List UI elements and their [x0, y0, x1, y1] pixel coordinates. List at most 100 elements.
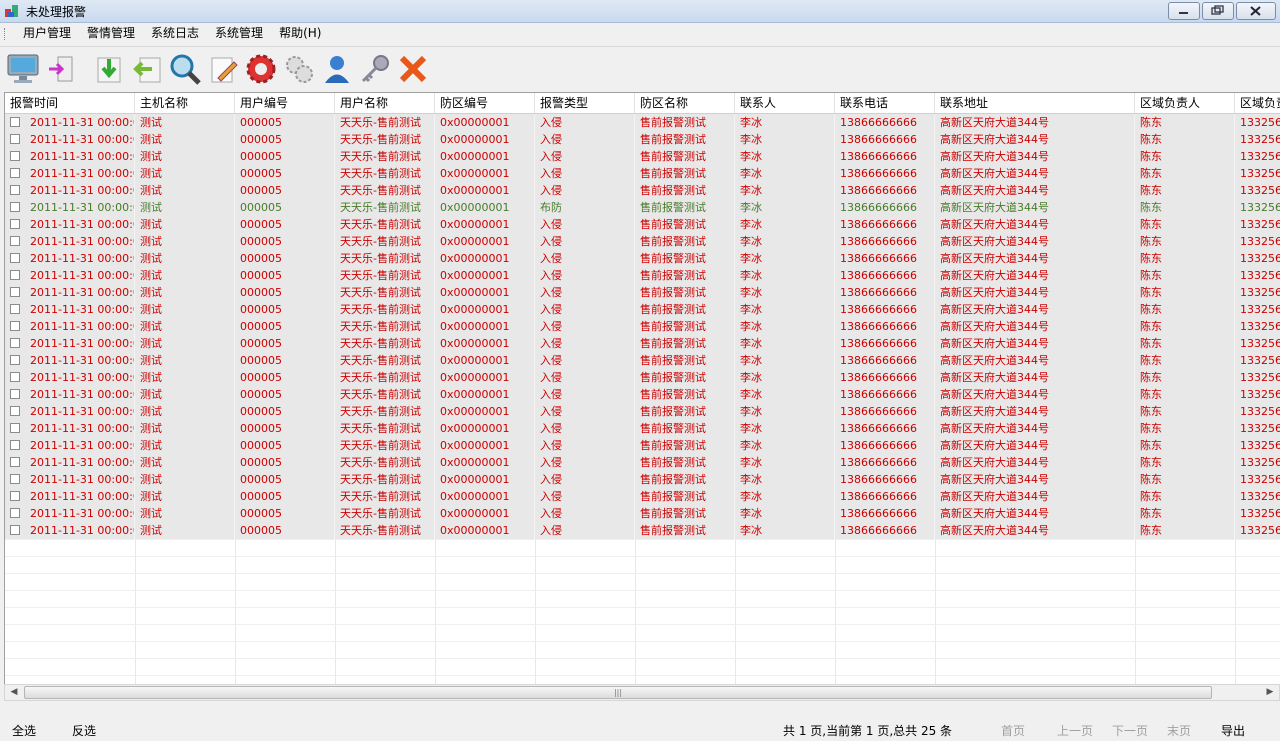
header-col-address[interactable]: 联系地址 — [935, 93, 1135, 113]
row-checkbox[interactable] — [10, 287, 20, 297]
row-checkbox[interactable] — [10, 440, 20, 450]
cell-user-no: 000005 — [235, 335, 335, 352]
row-checkbox[interactable] — [10, 202, 20, 212]
row-checkbox[interactable] — [10, 525, 20, 535]
row-checkbox[interactable] — [10, 355, 20, 365]
login-button[interactable] — [42, 50, 80, 88]
table-row[interactable]: 2011-11-31 00:00:00测试000005天天乐-售前测试0x000… — [5, 182, 1280, 199]
row-checkbox[interactable] — [10, 491, 20, 501]
header-col-alarm-type[interactable]: 报警类型 — [535, 93, 635, 113]
cell-alarm-time: 2011-11-31 00:00:00 — [25, 148, 135, 165]
table-row[interactable]: 2011-11-31 00:00:00测试000005天天乐-售前测试0x000… — [5, 335, 1280, 352]
table-row[interactable]: 2011-11-31 00:00:00测试000005天天乐-售前测试0x000… — [5, 165, 1280, 182]
table-row[interactable]: 2011-11-31 00:00:00测试000005天天乐-售前测试0x000… — [5, 114, 1280, 131]
row-checkbox[interactable] — [10, 457, 20, 467]
row-checkbox[interactable] — [10, 253, 20, 263]
cell-manager-phone: 1332563 — [1235, 522, 1280, 539]
cell-phone: 13866666666 — [835, 471, 935, 488]
table-row[interactable]: 2011-11-31 00:00:00测试000005天天乐-售前测试0x000… — [5, 386, 1280, 403]
row-checkbox[interactable] — [10, 134, 20, 144]
table-row[interactable]: 2011-11-31 00:00:00测试000005天天乐-售前测试0x000… — [5, 301, 1280, 318]
table-row[interactable]: 2011-11-31 00:00:00测试000005天天乐-售前测试0x000… — [5, 437, 1280, 454]
row-checkbox[interactable] — [10, 338, 20, 348]
scroll-thumb[interactable]: ||| — [24, 686, 1212, 699]
download-button[interactable] — [90, 50, 128, 88]
row-checkbox[interactable] — [10, 270, 20, 280]
prev-page-button[interactable]: 上一页 — [1057, 722, 1093, 739]
table-row[interactable]: 2011-11-31 00:00:00测试000005天天乐-售前测试0x000… — [5, 505, 1280, 522]
cell-manager: 陈东 — [1135, 369, 1235, 386]
export-button[interactable]: 导出 — [1221, 722, 1245, 739]
minimize-button[interactable] — [1168, 2, 1200, 20]
table-row[interactable]: 2011-11-31 00:00:00测试000005天天乐-售前测试0x000… — [5, 233, 1280, 250]
table-row[interactable]: 2011-11-31 00:00:00测试000005天天乐-售前测试0x000… — [5, 454, 1280, 471]
table-row[interactable]: 2011-11-31 00:00:00测试000005天天乐-售前测试0x000… — [5, 369, 1280, 386]
back-button[interactable] — [128, 50, 166, 88]
header-col-host-name[interactable]: 主机名称 — [135, 93, 235, 113]
row-checkbox[interactable] — [10, 151, 20, 161]
row-checkbox[interactable] — [10, 219, 20, 229]
header-col-manager[interactable]: 区域负责人 — [1135, 93, 1235, 113]
first-page-button[interactable]: 首页 — [1001, 722, 1025, 739]
close-button[interactable] — [1236, 2, 1276, 20]
user-button[interactable] — [318, 50, 356, 88]
header-col-zone-no[interactable]: 防区编号 — [435, 93, 535, 113]
table-row[interactable]: 2011-11-31 00:00:00测试000005天天乐-售前测试0x000… — [5, 267, 1280, 284]
invert-select-button[interactable]: 反选 — [72, 722, 96, 739]
row-checkbox[interactable] — [10, 236, 20, 246]
header-col-user-name[interactable]: 用户名称 — [335, 93, 435, 113]
table-row[interactable]: 2011-11-31 00:00:00测试000005天天乐-售前测试0x000… — [5, 318, 1280, 335]
header-col-alarm-time[interactable]: 报警时间 — [5, 93, 135, 113]
gears-button[interactable] — [280, 50, 318, 88]
cell-host-name: 测试 — [135, 233, 235, 250]
exit-button[interactable] — [394, 50, 432, 88]
table-row[interactable]: 2011-11-31 00:00:00测试000005天天乐-售前测试0x000… — [5, 471, 1280, 488]
row-checkbox[interactable] — [10, 304, 20, 314]
settings-button[interactable] — [242, 50, 280, 88]
select-all-button[interactable]: 全选 — [12, 722, 36, 739]
maximize-button[interactable] — [1202, 2, 1234, 20]
table-row[interactable]: 2011-11-31 00:00:00测试000005天天乐-售前测试0x000… — [5, 352, 1280, 369]
cell-alarm-time: 2011-11-31 00:00:00 — [25, 403, 135, 420]
header-col-phone[interactable]: 联系电话 — [835, 93, 935, 113]
row-checkbox[interactable] — [10, 168, 20, 178]
row-checkbox[interactable] — [10, 389, 20, 399]
cell-zone-no: 0x00000001 — [435, 420, 535, 437]
row-checkbox[interactable] — [10, 321, 20, 331]
scroll-right-icon[interactable]: ▶ — [1262, 685, 1278, 700]
menu-alarm-management[interactable]: 警情管理 — [79, 23, 143, 44]
row-checkbox[interactable] — [10, 423, 20, 433]
next-page-button[interactable]: 下一页 — [1112, 722, 1148, 739]
edit-button[interactable] — [204, 50, 242, 88]
key-button[interactable] — [356, 50, 394, 88]
table-row[interactable]: 2011-11-31 00:00:00测试000005天天乐-售前测试0x000… — [5, 148, 1280, 165]
last-page-button[interactable]: 末页 — [1167, 722, 1191, 739]
table-row[interactable]: 2011-11-31 00:00:00测试000005天天乐-售前测试0x000… — [5, 199, 1280, 216]
row-checkbox[interactable] — [10, 372, 20, 382]
row-checkbox[interactable] — [10, 474, 20, 484]
monitor-button[interactable] — [4, 50, 42, 88]
table-row[interactable]: 2011-11-31 00:00:00测试000005天天乐-售前测试0x000… — [5, 131, 1280, 148]
header-col-manager-phone[interactable]: 区域负责 — [1235, 93, 1280, 113]
search-button[interactable] — [166, 50, 204, 88]
table-row[interactable]: 2011-11-31 00:00:00测试000005天天乐-售前测试0x000… — [5, 420, 1280, 437]
table-row[interactable]: 2011-11-31 00:00:00测试000005天天乐-售前测试0x000… — [5, 284, 1280, 301]
menu-system-management[interactable]: 系统管理 — [207, 23, 271, 44]
row-checkbox[interactable] — [10, 508, 20, 518]
menu-help[interactable]: 帮助(H) — [271, 23, 329, 44]
header-col-user-no[interactable]: 用户编号 — [235, 93, 335, 113]
row-checkbox[interactable] — [10, 406, 20, 416]
menu-system-log[interactable]: 系统日志 — [143, 23, 207, 44]
horizontal-scrollbar[interactable]: ◀ ||| ▶ — [4, 684, 1280, 701]
scroll-left-icon[interactable]: ◀ — [6, 685, 22, 700]
table-row[interactable]: 2011-11-31 00:00:00测试000005天天乐-售前测试0x000… — [5, 216, 1280, 233]
table-row[interactable]: 2011-11-31 00:00:00测试000005天天乐-售前测试0x000… — [5, 403, 1280, 420]
menu-user-management[interactable]: 用户管理 — [15, 23, 79, 44]
row-checkbox[interactable] — [10, 117, 20, 127]
row-checkbox[interactable] — [10, 185, 20, 195]
table-row[interactable]: 2011-11-31 00:00:00测试000005天天乐-售前测试0x000… — [5, 250, 1280, 267]
table-row[interactable]: 2011-11-31 00:00:00测试000005天天乐-售前测试0x000… — [5, 488, 1280, 505]
header-col-zone-name[interactable]: 防区名称 — [635, 93, 735, 113]
table-row[interactable]: 2011-11-31 00:00:00测试000005天天乐-售前测试0x000… — [5, 522, 1280, 539]
header-col-contact[interactable]: 联系人 — [735, 93, 835, 113]
